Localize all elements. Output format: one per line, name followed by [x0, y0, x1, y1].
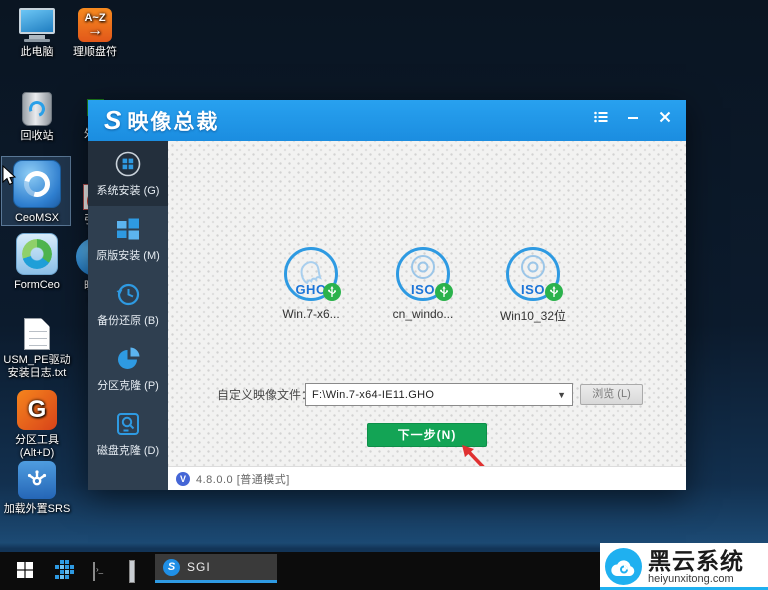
desktop-icon-formceo[interactable]: FormCeo: [1, 233, 73, 292]
watermark-domain: heiyunxitong.com: [648, 573, 744, 585]
sgi-app-window: S 映像总裁: [88, 100, 686, 490]
usb-badge-icon: [545, 283, 563, 301]
cmd-app-icon[interactable]: [93, 563, 95, 581]
pc-monitor-app-icon[interactable]: [129, 563, 135, 581]
watermark-title: 黑云系统: [648, 549, 744, 573]
desktop-icon-usm-pe-log[interactable]: USM_PE驱动 安装日志.txt: [1, 318, 73, 380]
computer-icon: [1, 8, 73, 42]
browse-button[interactable]: 浏览 (L): [580, 384, 643, 405]
icon-label: 此电脑: [1, 46, 73, 59]
system-install-icon: [114, 150, 142, 178]
ceomsx-icon: [13, 160, 61, 208]
sidebar-item-backup-restore[interactable]: 备份还原 (B): [88, 271, 168, 336]
task-label: SGI: [187, 560, 211, 574]
sidebar-item-partition-clone[interactable]: 分区克隆 (P): [88, 336, 168, 401]
window-titlebar[interactable]: S 映像总裁: [88, 100, 686, 141]
icon-label: 加载外置SRS: [1, 503, 73, 516]
app-logo-icon: S: [104, 105, 121, 136]
icon-label: 回收站: [1, 130, 73, 143]
start-button[interactable]: [17, 562, 33, 583]
menu-list-icon[interactable]: [592, 109, 610, 125]
icon-label: 分区工具: [1, 434, 73, 447]
version-text: 4.8.0.0 [普通模式]: [196, 471, 290, 487]
file-field-label: 自定义映像文件：: [208, 384, 313, 406]
icon-label: FormCeo: [1, 279, 73, 292]
cloud-logo-icon: [605, 548, 642, 585]
az-sort-icon: A~Z →: [78, 8, 112, 42]
taskbar-task-sgi[interactable]: S SGI: [155, 554, 277, 583]
main-panel: GHO Win.7-x6...: [168, 141, 686, 490]
icon-label: 安装日志.txt: [1, 367, 73, 380]
mouse-cursor: [2, 165, 17, 187]
window-title: 映像总裁: [127, 106, 219, 136]
srs-driver-icon: [18, 461, 56, 499]
desktop-icon-recycle-bin[interactable]: 回收站: [1, 92, 73, 143]
image-item-iso-2[interactable]: ISO Win10_32位: [478, 247, 588, 324]
desktop: A~Z → 理顺盘符 外置 引导 (Al S 映像 (Al 此电脑 回收站 Ce…: [0, 0, 768, 590]
status-bar: V 4.8.0.0 [普通模式]: [168, 466, 686, 490]
icon-label: USM_PE驱动: [1, 354, 73, 367]
recycle-bin-icon: [22, 92, 52, 126]
sidebar-item-disk-clone[interactable]: 磁盘克隆 (D): [88, 401, 168, 466]
original-install-icon: [114, 215, 142, 243]
image-file-value: F:\Win.7-x64-IE11.GHO: [312, 389, 557, 401]
usb-badge-icon: [435, 283, 453, 301]
minimize-icon[interactable]: [624, 109, 642, 125]
desktop-icon-this-pc[interactable]: 此电脑: [1, 8, 73, 59]
sidebar: 系统安装 (G) 原版安装 (M) 备份还原 (B): [88, 141, 168, 490]
close-icon[interactable]: [656, 109, 674, 125]
image-file-select[interactable]: F:\Win.7-x64-IE11.GHO ▼: [305, 383, 573, 406]
desktop-icon-partition-tool[interactable]: G 分区工具 (Alt+D): [1, 390, 73, 460]
sgi-logo-icon: S: [163, 559, 180, 576]
next-step-button[interactable]: 下一步(N): [367, 423, 487, 447]
sidebar-item-system-install[interactable]: 系统安装 (G): [88, 141, 168, 206]
icon-label: CeoMSX: [1, 212, 73, 225]
usb-badge-icon: [323, 283, 341, 301]
version-badge-icon: V: [176, 472, 190, 486]
desktop-icon-load-srs[interactable]: 加载外置SRS: [1, 461, 73, 516]
image-item-iso-1[interactable]: ISO cn_windo...: [368, 247, 478, 321]
sidebar-item-original-install[interactable]: 原版安装 (M): [88, 206, 168, 271]
diskgenius-icon: G: [17, 390, 57, 430]
image-item-gho[interactable]: GHO Win.7-x6...: [256, 247, 366, 321]
formceo-icon: [16, 233, 58, 275]
backup-restore-icon: [114, 280, 142, 308]
text-file-icon: [24, 318, 50, 350]
heiyun-watermark: 黑云系统 heiyunxitong.com: [600, 543, 768, 590]
icon-label: (Alt+D): [1, 447, 73, 460]
disk-clone-icon: [114, 410, 142, 438]
chevron-down-icon: ▼: [557, 390, 566, 400]
blue-cube-app-icon[interactable]: [55, 560, 74, 584]
partition-clone-icon: [114, 345, 142, 373]
